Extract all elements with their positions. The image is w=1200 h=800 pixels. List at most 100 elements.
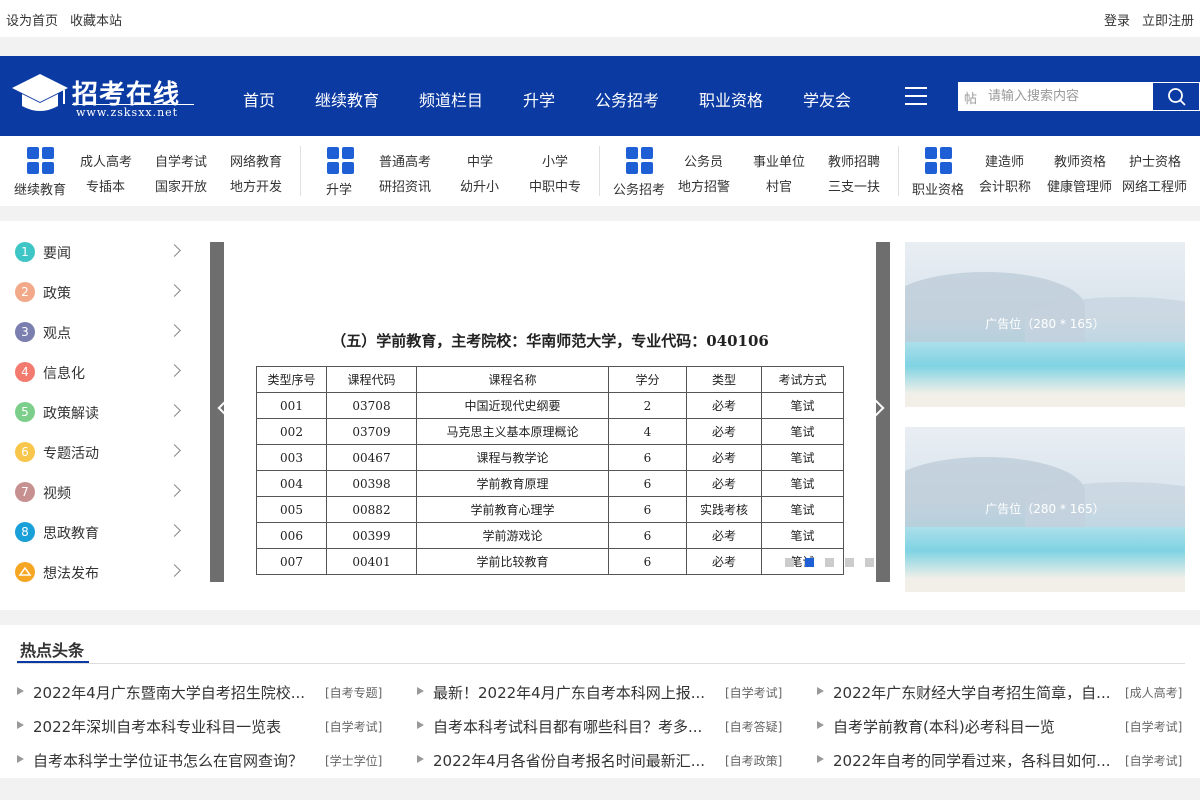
category-link[interactable]: 地方开发 — [230, 176, 282, 195]
table-cell: 实践考核 — [686, 496, 762, 523]
hamburger-menu-icon[interactable] — [905, 86, 927, 106]
news-item[interactable]: 2022年4月各省份自考报名时间最新汇... [自考政策] — [417, 750, 787, 770]
sidebar-item-opinion[interactable]: 3 观点 — [15, 321, 185, 343]
table-cell: 学前教育心理学 — [416, 496, 609, 523]
site-logo[interactable]: 招考在线 www.zsksxx.net — [10, 70, 195, 122]
register-link[interactable]: 立即注册 — [1142, 10, 1194, 29]
category-title[interactable]: 公务招考 — [613, 179, 665, 198]
chevron-right-icon — [168, 484, 181, 497]
news-tag[interactable]: [自学考试] — [725, 684, 782, 701]
nav-civil-service[interactable]: 公务招考 — [595, 87, 659, 111]
category-link[interactable]: 健康管理师 — [1047, 176, 1112, 195]
search-button[interactable] — [1152, 82, 1200, 111]
carousel-dot[interactable] — [845, 558, 854, 567]
set-home-link[interactable]: 设为首页 — [6, 10, 58, 29]
table-cell: 学前比较教育 — [416, 548, 609, 575]
sidebar-item-ideas[interactable]: 想法发布 — [15, 561, 185, 583]
carousel-dot[interactable] — [865, 558, 874, 567]
news-item[interactable]: 最新！2022年4月广东自考本科网上报... [自学考试] — [417, 682, 787, 702]
category-title[interactable]: 职业资格 — [912, 179, 964, 198]
spacer — [0, 37, 1200, 56]
sidebar-item-video[interactable]: 7 视频 — [15, 481, 185, 503]
nav-home[interactable]: 首页 — [243, 87, 275, 111]
category-link[interactable]: 护士资格 — [1129, 151, 1181, 170]
news-tag[interactable]: [自考政策] — [725, 752, 782, 769]
carousel-dot[interactable] — [805, 558, 814, 567]
chevron-right-icon — [168, 564, 181, 577]
carousel-dot[interactable] — [825, 558, 834, 567]
carousel-dot[interactable] — [785, 558, 794, 567]
sidebar-item-label: 政策解读 — [43, 406, 99, 422]
news-tag[interactable]: [自学考试] — [1125, 752, 1182, 769]
category-link[interactable]: 网络教育 — [230, 151, 282, 170]
category-title[interactable]: 继续教育 — [14, 179, 66, 198]
news-item[interactable]: 自考学前教育(本科)必考科目一览 [自学考试] — [817, 716, 1187, 736]
news-item[interactable]: 2022年4月广东暨南大学自考招生院校... [自考专题] — [17, 682, 387, 702]
chevron-right-icon — [168, 444, 181, 457]
table-cell: 笔试 — [761, 496, 844, 523]
table-cell: 笔试 — [761, 392, 844, 419]
triangle-bullet-icon — [17, 687, 24, 695]
nav-further-study[interactable]: 升学 — [523, 87, 555, 111]
news-item[interactable]: 2022年深圳自考本科专业科目一览表 [自学考试] — [17, 716, 387, 736]
news-tag[interactable]: [自学考试] — [325, 718, 382, 735]
category-link[interactable]: 成人高考 — [80, 151, 132, 170]
news-tag[interactable]: [学士学位] — [325, 752, 382, 769]
category-title[interactable]: 升学 — [326, 179, 352, 198]
nav-alumni[interactable]: 学友会 — [803, 87, 851, 111]
category-link[interactable]: 研招资讯 — [379, 176, 431, 195]
news-title: 2022年深圳自考本科专业科目一览表 — [33, 718, 282, 736]
news-tag[interactable]: [成人高考] — [1125, 684, 1182, 701]
nav-qualifications[interactable]: 职业资格 — [699, 87, 763, 111]
news-tag[interactable]: [自考答疑] — [725, 718, 782, 735]
bookmark-link[interactable]: 收藏本站 — [70, 10, 122, 29]
spacer — [0, 778, 1200, 800]
sidebar-item-policy-interpretation[interactable]: 5 政策解读 — [15, 401, 185, 423]
table-cell: 笔试 — [761, 522, 844, 549]
ad-banner[interactable]: 广告位（280 * 165） — [905, 242, 1185, 407]
category-bar: 继续教育 成人高考 自学考试 网络教育 专插本 国家开放 地方开发 升学 普通高… — [0, 136, 1200, 206]
login-link[interactable]: 登录 — [1104, 10, 1130, 29]
category-link[interactable]: 村官 — [766, 176, 792, 195]
news-item[interactable]: 自考本科学士学位证书怎么在官网查询？ [学士学位] — [17, 750, 387, 770]
category-link[interactable]: 公务员 — [684, 151, 723, 170]
news-tag[interactable]: [自学考试] — [1125, 718, 1182, 735]
news-item[interactable]: 自考本科考试科目都有哪些科目？考多... [自考答疑] — [417, 716, 787, 736]
category-link[interactable]: 中学 — [467, 151, 493, 170]
category-link[interactable]: 地方招警 — [678, 176, 730, 195]
sidebar-item-special-events[interactable]: 6 专题活动 — [15, 441, 185, 463]
sidebar-item-informatization[interactable]: 4 信息化 — [15, 361, 185, 383]
category-link[interactable]: 中职中专 — [529, 176, 581, 195]
sidebar-item-label: 要闻 — [43, 246, 71, 262]
category-link[interactable]: 教师资格 — [1054, 151, 1106, 170]
category-link[interactable]: 网络工程师 — [1122, 176, 1187, 195]
category-link[interactable]: 国家开放 — [155, 176, 207, 195]
table-cell: 00882 — [326, 496, 417, 523]
news-tag[interactable]: [自考专题] — [325, 684, 382, 701]
category-link[interactable]: 事业单位 — [753, 151, 805, 170]
sidebar-item-ideology-education[interactable]: 8 思政教育 — [15, 521, 185, 543]
category-link[interactable]: 幼升小 — [460, 176, 499, 195]
category-link[interactable]: 建造师 — [985, 151, 1024, 170]
table-header: 课程名称 — [416, 366, 609, 393]
category-link[interactable]: 小学 — [542, 151, 568, 170]
news-item[interactable]: 2022年自考的同学看过来，各科目如何... [自学考试] — [817, 750, 1187, 770]
category-link[interactable]: 三支一扶 — [828, 176, 880, 195]
category-link[interactable]: 专插本 — [86, 176, 125, 195]
sidebar-item-news[interactable]: 1 要闻 — [15, 241, 185, 263]
table-cell: 03708 — [326, 392, 417, 419]
image-carousel[interactable]: （五）学前教育，主考院校：华南师范大学，专业代码：040106 类型序号 课程代… — [210, 242, 890, 582]
search-type-select[interactable]: 帖 — [964, 88, 977, 107]
table-header: 学分 — [608, 366, 687, 393]
ad-label: 广告位（280 * 165） — [985, 502, 1105, 516]
category-link[interactable]: 教师招聘 — [828, 151, 880, 170]
nav-channels[interactable]: 频道栏目 — [419, 87, 483, 111]
news-item[interactable]: 2022年广东财经大学自考招生简章，自... [成人高考] — [817, 682, 1187, 702]
ad-banner[interactable]: 广告位（280 * 165） — [905, 427, 1185, 592]
category-link[interactable]: 会计职称 — [979, 176, 1031, 195]
search-input[interactable] — [988, 84, 1148, 109]
sidebar-item-policy[interactable]: 2 政策 — [15, 281, 185, 303]
category-link[interactable]: 自学考试 — [155, 151, 207, 170]
nav-continuing-education[interactable]: 继续教育 — [315, 87, 379, 111]
category-link[interactable]: 普通高考 — [379, 151, 431, 170]
